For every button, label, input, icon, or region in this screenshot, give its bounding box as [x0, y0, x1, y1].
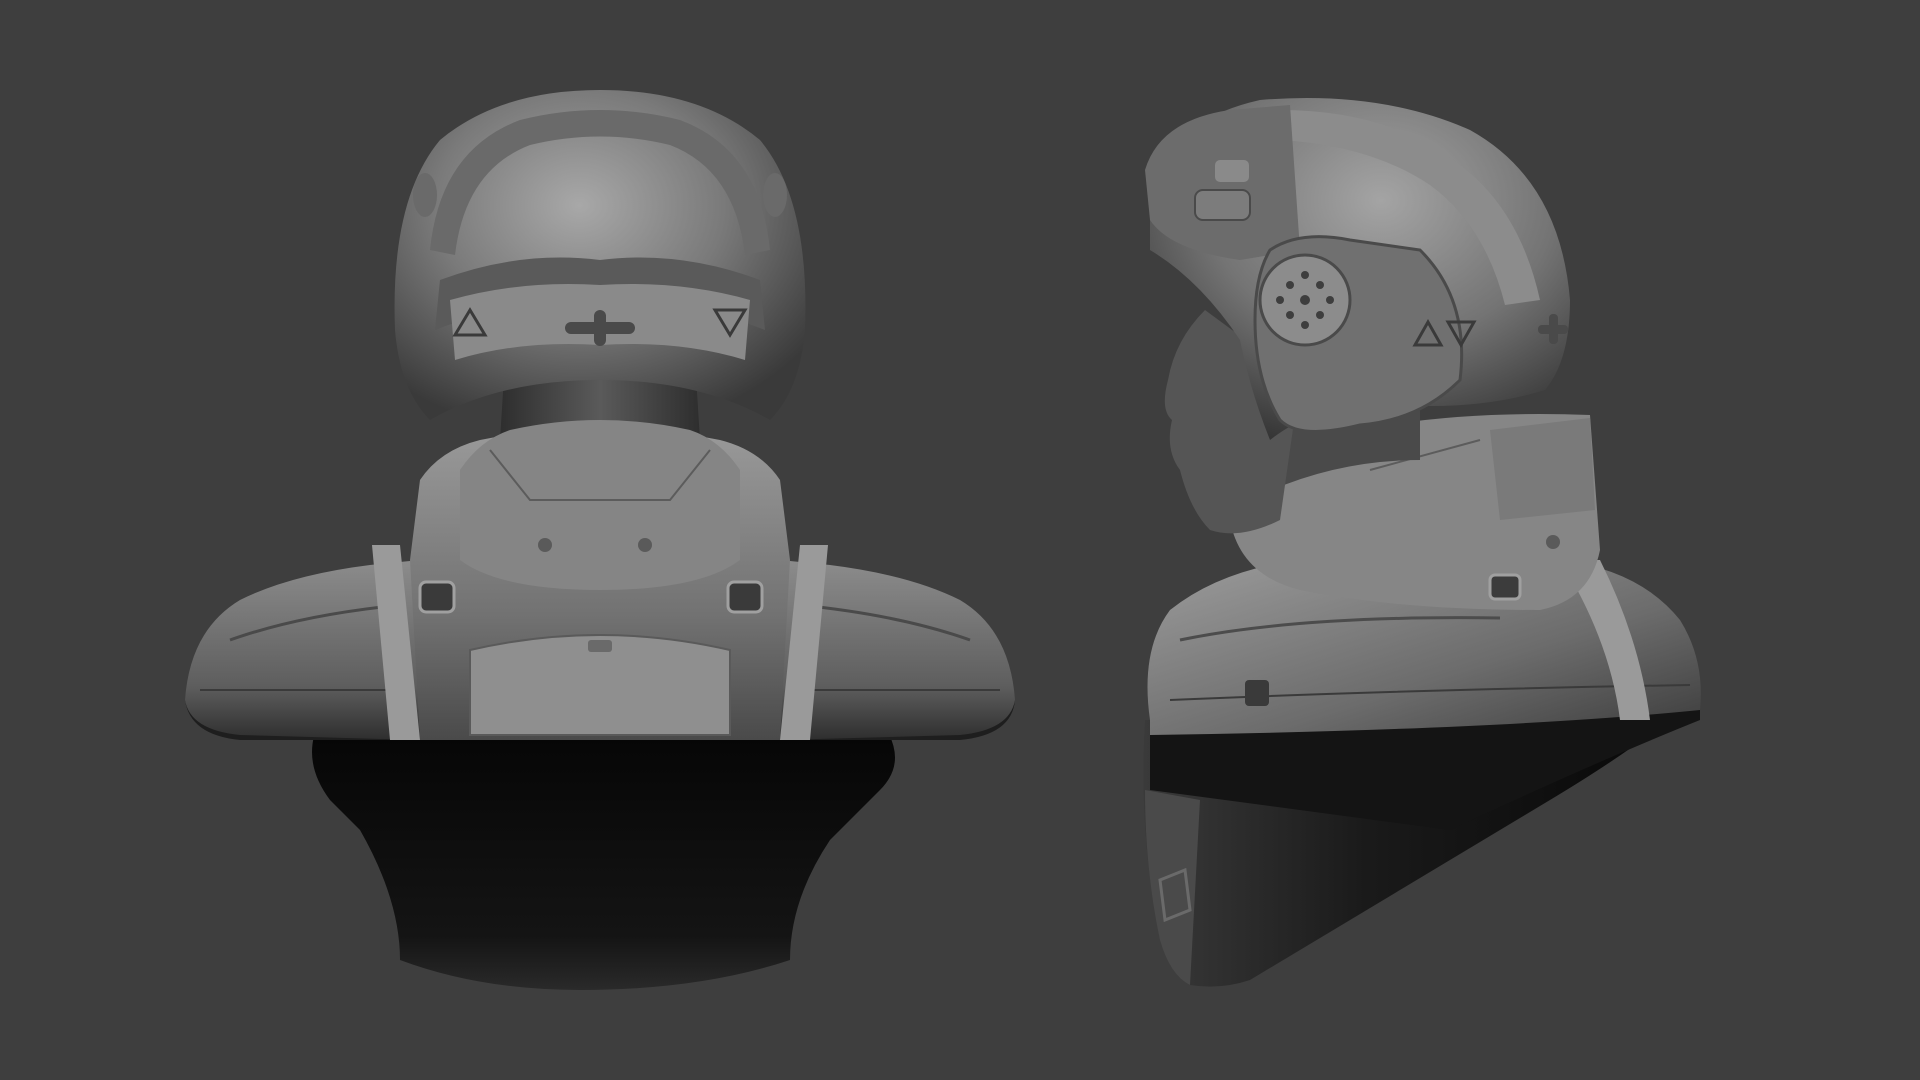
- back-view-helmet: [394, 90, 806, 420]
- back-view-vent-right: [726, 580, 764, 614]
- side-view-helmet-module: [1145, 105, 1300, 260]
- back-view-collar: [460, 420, 740, 590]
- back-view-underbody: [312, 720, 895, 990]
- sculpt-viewport: [0, 0, 1920, 1080]
- bust-render: [185, 90, 1701, 990]
- side-view-bust: [1143, 98, 1701, 987]
- back-view-vent-left: [418, 580, 456, 614]
- back-view-bust: [185, 90, 1015, 990]
